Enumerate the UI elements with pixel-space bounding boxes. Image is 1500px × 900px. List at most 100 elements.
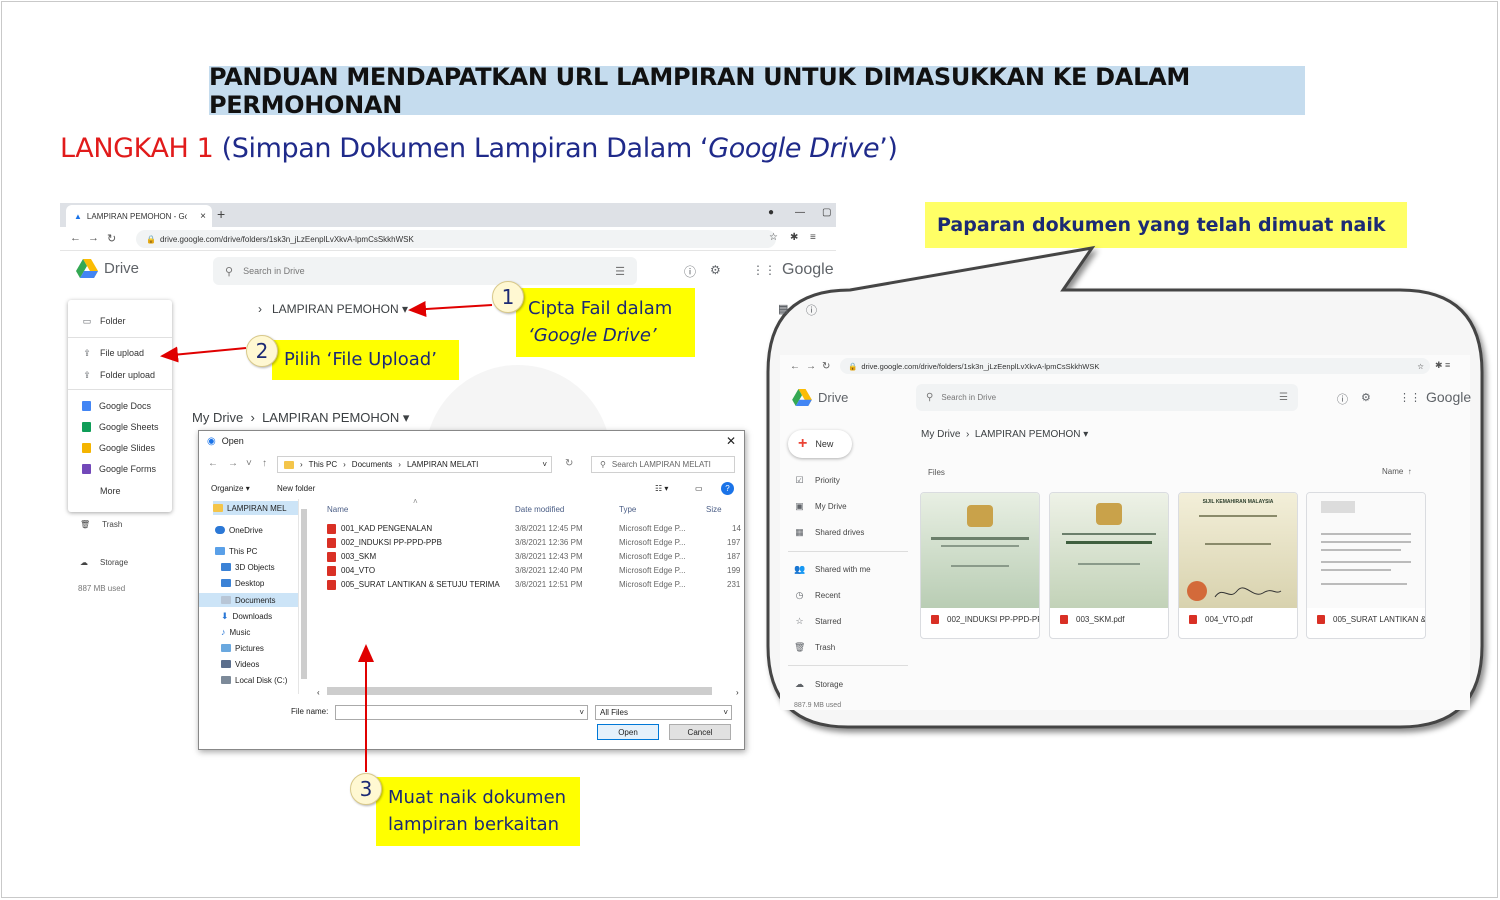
tree-item[interactable]: 3D Objects: [221, 560, 275, 574]
file-card[interactable]: 003_SKM.pdf: [1049, 492, 1169, 639]
menu-item-google-forms[interactable]: Google Forms: [68, 460, 172, 478]
extension-icon[interactable]: ✱ ≡: [1435, 360, 1450, 371]
file-row[interactable]: 001_KAD PENGENALAN 3/8/2021 12:45 PM Micro…: [327, 522, 744, 536]
new-tab-icon[interactable]: +: [217, 206, 225, 222]
menu-item-folder-upload[interactable]: ⇪ Folder upload: [68, 366, 172, 384]
file-type-filter[interactable]: All Files ˅: [595, 705, 732, 720]
scroll-left-icon[interactable]: ‹: [317, 688, 320, 697]
tree-scrollbar[interactable]: [301, 509, 307, 679]
reload-icon[interactable]: ↻: [822, 361, 830, 372]
scroll-right-icon[interactable]: ›: [736, 688, 739, 697]
tree-item[interactable]: Desktop: [221, 576, 264, 590]
menu-item-folder[interactable]: ▭ Folder: [68, 312, 172, 330]
back-icon[interactable]: ←: [70, 232, 81, 244]
menu-item-google-sheets[interactable]: Google Sheets: [68, 418, 172, 436]
search-input[interactable]: ⚲ Search in Drive ☰: [213, 257, 637, 285]
file-row[interactable]: 002_INDUKSI PP-PPD-PPB 3/8/2021 12:36 PM M…: [327, 536, 744, 550]
url-field[interactable]: 🔒 drive.google.com/drive/folders/1sk3n_jL…: [136, 230, 776, 248]
forward-icon[interactable]: →: [228, 458, 238, 469]
info-icon[interactable]: ⓘ: [806, 302, 817, 318]
menu-item-more[interactable]: More: [68, 482, 172, 500]
close-tab-icon[interactable]: ×: [200, 211, 206, 222]
search-options-icon[interactable]: ☰: [1279, 392, 1288, 403]
file-card[interactable]: 002_INDUKSI PP-PPD-PP...: [920, 492, 1040, 639]
up-icon[interactable]: ↑: [262, 458, 267, 469]
forward-icon[interactable]: →: [88, 232, 99, 244]
file-row[interactable]: 003_SKM 3/8/2021 12:43 PM Microsoft Edge P…: [327, 550, 744, 564]
file-row[interactable]: 004_VTO 3/8/2021 12:40 PM Microsoft Edge P…: [327, 564, 744, 578]
tree-item[interactable]: LAMPIRAN MEL: [213, 501, 298, 515]
menu-icon[interactable]: ≡: [810, 232, 816, 243]
new-folder-button[interactable]: New folder: [277, 484, 315, 493]
minimize-icon[interactable]: —: [795, 207, 805, 218]
dialog-address-bar[interactable]: › This PC › Documents › LAMPIRAN MELATI ˅: [277, 456, 552, 473]
sidebar-item-storage[interactable]: ☁ Storage: [80, 558, 128, 567]
file-row[interactable]: 005_SURAT LANTIKAN & SETUJU TERIMA 3/8/20…: [327, 578, 744, 592]
new-button[interactable]: + New: [788, 430, 852, 458]
sidebar-item-shared-with-me[interactable]: 👥 Shared with me: [794, 564, 871, 575]
breadcrumb-folder[interactable]: LAMPIRAN PEMOHON: [262, 410, 399, 425]
help-icon[interactable]: ?: [721, 482, 734, 495]
reload-icon[interactable]: ↻: [107, 232, 116, 245]
dialog-search-input[interactable]: ⚲ Search LAMPIRAN MELATI: [591, 456, 735, 473]
column-type[interactable]: Type: [619, 505, 636, 514]
file-card[interactable]: 005_SURAT LANTIKAN &...: [1306, 492, 1426, 639]
breadcrumb-current[interactable]: LAMPIRAN PEMOHON: [272, 302, 399, 316]
sidebar-item-starred[interactable]: ☆ Starred: [794, 616, 841, 627]
tree-item[interactable]: ⬇ Downloads: [221, 609, 272, 623]
extension-icon[interactable]: ✱: [790, 232, 798, 243]
tree-item[interactable]: Videos: [221, 657, 259, 671]
refresh-icon[interactable]: ↻: [565, 458, 573, 469]
list-view-icon[interactable]: ▤: [778, 302, 788, 315]
view-options-icon[interactable]: ☷ ▾: [655, 484, 668, 493]
recent-locations-icon[interactable]: ˅: [246, 458, 252, 469]
breadcrumb-folder[interactable]: LAMPIRAN PEMOHON: [975, 429, 1081, 440]
menu-item-google-slides[interactable]: Google Slides: [68, 439, 172, 457]
menu-item-file-upload[interactable]: ⇪ File upload: [68, 344, 172, 362]
maximize-icon[interactable]: ▢: [822, 207, 831, 218]
profile-icon[interactable]: ●: [768, 207, 774, 218]
path-segment[interactable]: LAMPIRAN MELATI: [407, 460, 478, 469]
close-dialog-icon[interactable]: ✕: [726, 434, 736, 448]
preview-pane-icon[interactable]: ▭: [695, 484, 703, 493]
file-card[interactable]: SIJIL KEMAHIRAN MALAYSIA 004_VTO.pdf: [1178, 492, 1298, 639]
column-date[interactable]: Date modified: [515, 505, 564, 514]
tree-item[interactable]: Documents: [199, 593, 298, 607]
url-field[interactable]: 🔒 drive.google.com/drive/folders/1sk3n_jL…: [840, 358, 1430, 374]
back-icon[interactable]: ←: [790, 361, 800, 372]
sidebar-item-storage[interactable]: ☁ Storage: [794, 679, 843, 690]
tree-item[interactable]: This PC: [215, 544, 257, 558]
sidebar-item-trash[interactable]: 🗑 Trash: [794, 642, 835, 653]
open-button[interactable]: Open: [597, 724, 659, 740]
column-name[interactable]: Name: [327, 505, 348, 514]
search-options-icon[interactable]: ☰: [615, 265, 625, 278]
help-icon[interactable]: ⓘ: [1337, 391, 1348, 407]
menu-item-google-docs[interactable]: Google Docs: [68, 397, 172, 415]
tree-item[interactable]: ♪ Music: [221, 625, 250, 639]
search-input[interactable]: ⚲ Search in Drive ☰: [916, 384, 1298, 411]
gear-icon[interactable]: ⚙: [710, 263, 721, 277]
sidebar-item-recent[interactable]: ◷ Recent: [794, 590, 841, 601]
cancel-button[interactable]: Cancel: [669, 724, 731, 740]
column-size[interactable]: Size: [706, 505, 722, 514]
sidebar-item-priority[interactable]: ☑ Priority: [794, 475, 839, 486]
tree-item[interactable]: Local Disk (C:): [221, 673, 287, 687]
drive-logo[interactable]: Drive: [76, 259, 139, 278]
chevron-down-icon[interactable]: ˅: [542, 460, 547, 469]
chevron-down-icon[interactable]: ˅: [579, 708, 584, 717]
sidebar-item-shared-drives[interactable]: ▦ Shared drives: [794, 527, 864, 538]
gear-icon[interactable]: ⚙: [1361, 391, 1371, 404]
drive-logo[interactable]: Drive: [792, 389, 848, 406]
help-icon[interactable]: ⓘ: [684, 263, 696, 280]
sidebar-item-trash[interactable]: 🗑 Trash: [80, 520, 122, 529]
file-name-input[interactable]: ˅: [335, 705, 588, 720]
tree-item[interactable]: Pictures: [221, 641, 264, 655]
horizontal-scrollbar[interactable]: [327, 687, 712, 695]
organize-button[interactable]: Organize ▾: [211, 484, 250, 493]
browser-tab[interactable]: ▲ LAMPIRAN PEMOHON - Google ×: [66, 205, 212, 227]
apps-grid-icon[interactable]: ⋮⋮: [752, 263, 776, 277]
star-icon[interactable]: ☆: [769, 232, 778, 243]
path-segment[interactable]: Documents: [352, 460, 392, 469]
breadcrumb-mydrive[interactable]: My Drive: [921, 429, 960, 440]
path-segment[interactable]: This PC: [309, 460, 337, 469]
